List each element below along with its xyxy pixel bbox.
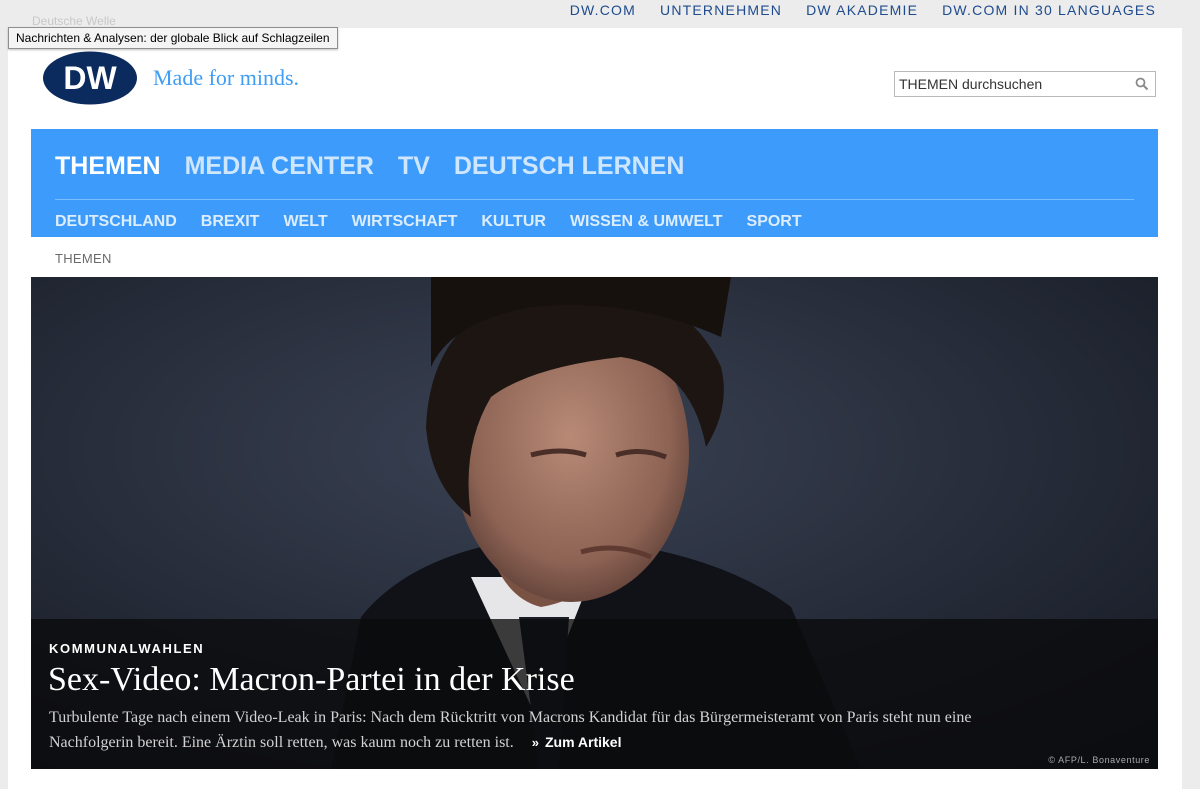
subnav-item-kultur[interactable]: KULTUR — [481, 213, 546, 231]
main-navigation: THEMEN MEDIA CENTER TV DEUTSCH LERNEN DE… — [31, 129, 1158, 237]
hero-caption-overlay: KOMMUNALWAHLEN Sex-Video: Macron-Partei … — [31, 619, 1158, 769]
top-links: DW.COM UNTERNEHMEN DW AKADEMIE DW.COM IN… — [570, 2, 1156, 18]
subnav-item-sport[interactable]: SPORT — [747, 213, 802, 231]
brand-tagline: Made for minds. — [153, 65, 300, 90]
hero-teaser-body: Turbulente Tage nach einem Video-Leak in… — [49, 709, 972, 751]
nav-item-deutsch-lernen[interactable]: DEUTSCH LERNEN — [454, 152, 685, 181]
hero-headline[interactable]: Sex-Video: Macron-Partei in der Krise — [48, 661, 575, 699]
breadcrumb: THEMEN — [55, 251, 112, 266]
top-link-dw-akademie[interactable]: DW AKADEMIE — [806, 2, 918, 18]
top-link-languages[interactable]: DW.COM IN 30 LANGUAGES — [942, 2, 1156, 18]
dw-logo[interactable]: DW — [42, 51, 138, 105]
subnav-item-brexit[interactable]: BREXIT — [201, 213, 260, 231]
subnav-item-wirtschaft[interactable]: WIRTSCHAFT — [352, 213, 458, 231]
hero-teaser[interactable]: KOMMUNALWAHLEN Sex-Video: Macron-Partei … — [31, 277, 1158, 769]
subnav-item-deutschland[interactable]: DEUTSCHLAND — [55, 213, 177, 231]
search-icon[interactable] — [1135, 77, 1149, 91]
photo-credit: © AFP/L. Bonaventure — [1048, 755, 1150, 765]
nav-item-tv[interactable]: TV — [398, 152, 430, 181]
search-box — [894, 71, 1156, 97]
nav-item-themen[interactable]: THEMEN — [55, 152, 161, 181]
subnav-item-welt[interactable]: WELT — [283, 213, 327, 231]
subnav-item-wissen-umwelt[interactable]: WISSEN & UMWELT — [570, 213, 723, 231]
read-more-label: Zum Artikel — [544, 734, 622, 750]
browser-tooltip: Nachrichten & Analysen: der globale Blic… — [8, 27, 338, 49]
nav-item-media-center[interactable]: MEDIA CENTER — [185, 152, 374, 181]
nav-divider — [55, 199, 1134, 200]
hero-kicker: KOMMUNALWAHLEN — [49, 641, 205, 656]
sub-nav-items: DEUTSCHLAND BREXIT WELT WIRTSCHAFT KULTU… — [55, 213, 802, 231]
svg-text:DW: DW — [63, 60, 117, 96]
hero-teaser-text: Turbulente Tage nach einem Video-Leak in… — [49, 706, 1039, 755]
page-content: DW Made for minds. THEMEN MEDIA CENTER T… — [8, 28, 1182, 789]
main-nav-items: THEMEN MEDIA CENTER TV DEUTSCH LERNEN — [55, 152, 684, 181]
faint-page-text: Deutsche Welle — [32, 14, 116, 28]
top-link-dw-com[interactable]: DW.COM — [570, 2, 636, 18]
search-input[interactable] — [895, 72, 1133, 96]
top-bar: Deutsche Welle DW.COM UNTERNEHMEN DW AKA… — [0, 0, 1200, 28]
top-link-unternehmen[interactable]: UNTERNEHMEN — [660, 2, 782, 18]
read-more-link[interactable]: » Zum Artikel — [532, 730, 622, 755]
double-chevron-right-icon: » — [531, 735, 539, 750]
